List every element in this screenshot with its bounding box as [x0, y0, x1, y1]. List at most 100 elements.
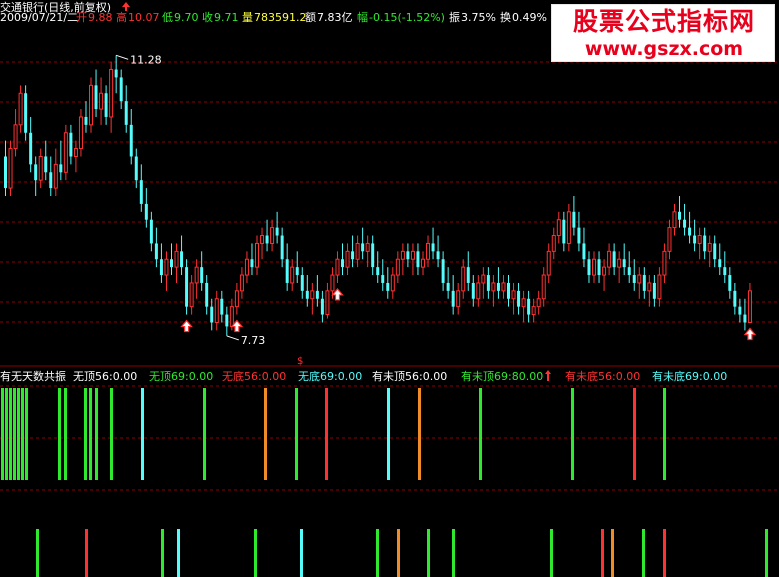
candle-body: [486, 275, 490, 291]
candle-body: [63, 132, 68, 173]
candle: [63, 124, 68, 181]
candle: [683, 203, 687, 236]
indicator-bar: [1, 388, 4, 480]
candle-body: [612, 251, 616, 268]
candle: [169, 243, 173, 276]
candle-body: [733, 290, 737, 307]
candle-body: [99, 92, 104, 110]
candle: [99, 77, 104, 125]
candle: [44, 140, 48, 181]
candle-body: [587, 259, 591, 276]
stock-chart[interactable]: 交通银行(日线,前复权) 2009/07/21/二 开 9.88 高 10.07…: [0, 0, 779, 577]
candle: [104, 85, 108, 125]
candle-body: [476, 282, 481, 300]
candle-body: [365, 242, 370, 252]
candle: [341, 243, 345, 276]
candle-body: [723, 267, 727, 276]
candle-body: [320, 298, 324, 315]
candle-body: [164, 258, 169, 276]
legend-entry: 无顶69:0.00: [149, 370, 213, 383]
candle: [420, 251, 425, 276]
candle: [511, 282, 516, 315]
indicator-bar: [427, 529, 430, 577]
candle-body: [119, 77, 123, 102]
candle: [285, 243, 289, 291]
candle: [189, 275, 194, 315]
price-grid: [0, 61, 779, 323]
candle-body: [109, 69, 114, 118]
candle-body: [134, 156, 138, 181]
candle: [18, 85, 23, 133]
candle-body: [38, 155, 43, 181]
candle-body: [78, 116, 83, 150]
candle-body: [210, 306, 214, 323]
amount-value: 7.83亿: [317, 11, 353, 24]
candle: [406, 243, 410, 268]
candle-body: [104, 93, 108, 117]
candle-body: [53, 163, 58, 189]
candle: [582, 227, 586, 268]
candle: [149, 211, 153, 252]
indicator-bar: [17, 388, 20, 480]
indicator-bar: [452, 529, 455, 577]
candle: [255, 235, 259, 276]
candle: [351, 235, 355, 268]
candle-body: [351, 251, 355, 260]
candle: [84, 101, 88, 133]
candle-body: [265, 235, 269, 244]
high-label: 11.28: [130, 53, 162, 66]
candle: [295, 251, 299, 283]
legend-label: 无顶69:: [149, 370, 189, 383]
candle-body: [371, 243, 375, 268]
candle-body: [667, 227, 672, 252]
candle: [244, 251, 249, 283]
indicator-legend: 有无天数共振 无顶56:0.00 无顶69:0.00 无底56:0.00 无底69:0…: [0, 369, 727, 383]
candle-body: [441, 259, 445, 283]
candle-body: [703, 235, 707, 252]
candle: [180, 235, 184, 276]
candle: [597, 251, 601, 283]
candle-body: [451, 290, 455, 307]
change-label: 幅: [357, 11, 368, 24]
candle-body: [305, 290, 309, 299]
candle: [416, 243, 420, 276]
candle-body: [416, 251, 420, 268]
candle: [320, 290, 324, 323]
candle-body: [8, 148, 13, 189]
candle-body: [315, 290, 319, 299]
candle: [441, 251, 445, 291]
candle: [205, 275, 209, 315]
candle-body: [617, 258, 622, 268]
candle-body: [330, 274, 335, 292]
candle: [154, 227, 158, 268]
indicator-bar: [633, 388, 636, 480]
candle: [486, 267, 490, 299]
candle-body: [260, 235, 265, 244]
candle: [29, 116, 33, 173]
candle-body: [94, 85, 98, 110]
candle-body: [180, 251, 184, 268]
candle: [250, 243, 254, 276]
candle-body: [657, 274, 662, 300]
candle-body: [300, 275, 304, 291]
indicator-bar: [9, 388, 12, 480]
legend-value: 0.00: [189, 370, 214, 383]
candle: [234, 282, 239, 315]
candle: [657, 267, 662, 307]
candle: [109, 61, 114, 133]
candle: [451, 275, 455, 315]
candle: [8, 140, 13, 196]
indicator-red-arrow-icon: [545, 370, 551, 381]
candle-body: [205, 282, 209, 307]
candle-body: [672, 211, 677, 229]
change-value: -0.15(-1.52%): [369, 11, 445, 24]
candle: [507, 275, 510, 307]
candle: [300, 267, 304, 299]
indicator-bar: [376, 529, 379, 577]
close-value: 9.71: [214, 11, 239, 24]
candle: [577, 211, 581, 252]
logo-title: 股票公式指标网: [572, 7, 755, 36]
indicator-bar: [642, 529, 645, 577]
candle: [566, 203, 571, 252]
legend-label: 有未底56:: [565, 369, 616, 383]
